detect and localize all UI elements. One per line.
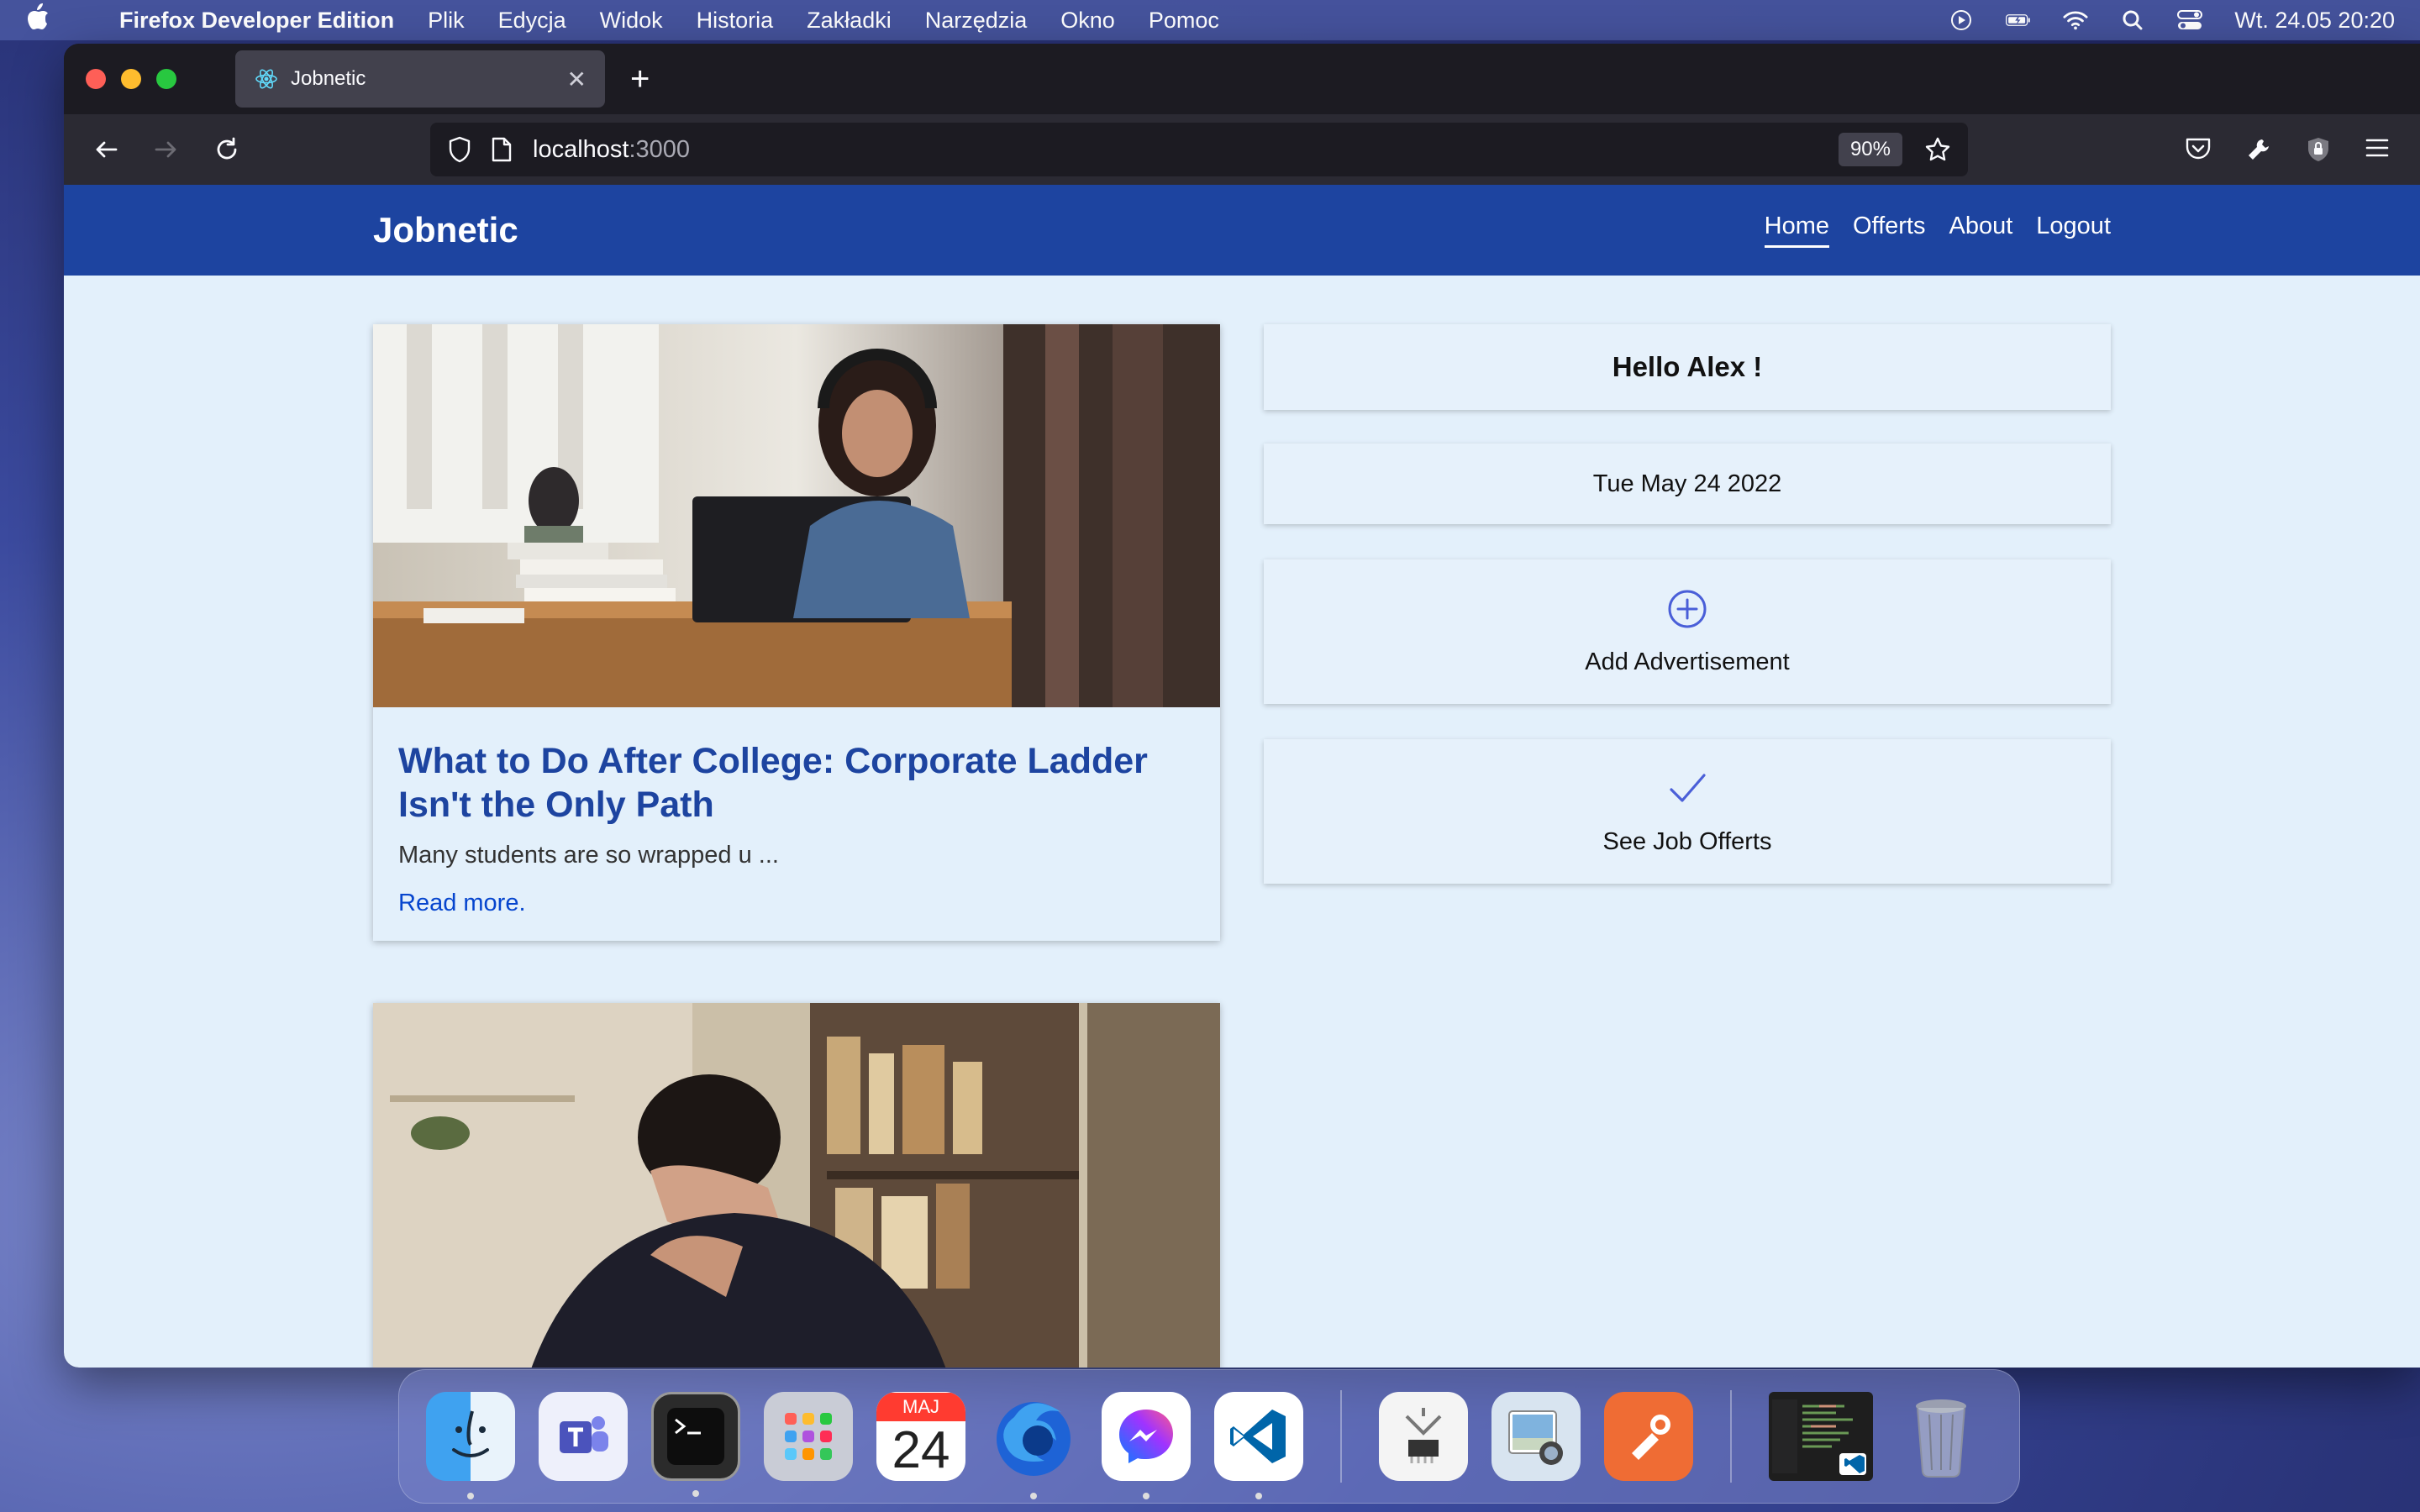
dock-finder[interactable] <box>426 1392 515 1499</box>
url-port: :3000 <box>629 135 691 163</box>
read-more-link[interactable]: Read more. <box>398 890 1195 917</box>
dock-system-information[interactable] <box>1379 1392 1468 1481</box>
dock-trash[interactable] <box>1897 1392 1986 1481</box>
dock-teams[interactable] <box>539 1392 628 1481</box>
zoom-window-button[interactable] <box>156 69 176 89</box>
menu-narzedzia[interactable]: Narzędzia <box>925 8 1028 34</box>
see-job-offers-label: See Job Offerts <box>1602 827 1772 855</box>
page-info-icon[interactable] <box>491 137 513 162</box>
nav-logout[interactable]: Logout <box>2036 213 2111 248</box>
forward-button[interactable] <box>141 124 192 175</box>
article-card: What to Do After College: Corporate Ladd… <box>373 324 1220 941</box>
add-advertisement-card[interactable]: Add Advertisement <box>1264 559 2111 704</box>
toolbar-right <box>2185 136 2390 163</box>
dock-separator <box>1340 1390 1342 1483</box>
article-image-student-laptop <box>373 324 1220 707</box>
app-name-menu[interactable]: Firefox Developer Edition <box>119 8 394 34</box>
nav-about[interactable]: About <box>1949 213 2013 248</box>
clock[interactable]: Wt. 24.05 20:20 <box>2234 8 2395 34</box>
article-title[interactable]: What to Do After College: Corporate Ladd… <box>398 739 1195 827</box>
close-tab-icon[interactable]: ✕ <box>567 66 587 93</box>
running-indicator <box>1143 1493 1150 1499</box>
dock-calendar[interactable]: MAJ 24 <box>876 1392 965 1481</box>
developer-tools-wrench-icon[interactable] <box>2245 136 2272 163</box>
tab-jobnetic[interactable]: Jobnetic ✕ <box>235 50 605 108</box>
dock-launchpad[interactable] <box>764 1392 853 1481</box>
greeting-text: Hello Alex ! <box>1612 351 1763 382</box>
calendar-day: 24 <box>892 1421 950 1479</box>
add-advertisement-label: Add Advertisement <box>1585 648 1790 675</box>
dock-postman[interactable] <box>1604 1392 1693 1481</box>
menu-pomoc[interactable]: Pomoc <box>1149 8 1219 34</box>
article-card <box>373 1003 1220 1368</box>
site-brand[interactable]: Jobnetic <box>373 210 518 250</box>
dock-preview[interactable] <box>1491 1392 1581 1481</box>
dock-vscode[interactable] <box>1214 1392 1303 1499</box>
reload-button[interactable] <box>202 124 252 175</box>
url-host: localhost <box>533 135 629 163</box>
back-button[interactable] <box>81 124 131 175</box>
spotlight-search-icon[interactable] <box>2120 8 2145 33</box>
browser-window: Jobnetic ✕ + localhost:3000 90% Jobneti… <box>64 44 2420 1368</box>
nav-home[interactable]: Home <box>1764 213 1829 248</box>
greeting-card: Hello Alex ! <box>1264 324 2111 410</box>
play-icon[interactable] <box>1949 8 1974 33</box>
control-center-icon[interactable] <box>2177 8 2203 33</box>
running-indicator <box>692 1490 699 1497</box>
running-indicator <box>467 1493 474 1499</box>
menu-bar: Firefox Developer Edition Plik Edycja Wi… <box>0 0 2420 40</box>
wifi-icon[interactable] <box>2063 8 2088 33</box>
tracking-protection-shield-icon[interactable] <box>447 136 472 163</box>
dock-vscode-window-thumbnail[interactable] <box>1769 1392 1873 1481</box>
dock-separator <box>1730 1390 1732 1483</box>
pocket-icon[interactable] <box>2185 136 2212 163</box>
dock: MAJ 24 <box>398 1369 2020 1504</box>
page-viewport: Jobnetic Home Offerts About Logout What … <box>64 185 2420 1368</box>
menu-okno[interactable]: Okno <box>1060 8 1115 34</box>
react-favicon-icon <box>254 66 279 92</box>
tab-title: Jobnetic <box>291 67 366 90</box>
apple-menu-icon[interactable] <box>25 3 69 39</box>
dock-firefox-developer-edition[interactable] <box>989 1392 1078 1499</box>
zoom-level-button[interactable]: 90% <box>1838 133 1902 166</box>
site-header: Jobnetic Home Offerts About Logout <box>64 185 2420 276</box>
menu-widok[interactable]: Widok <box>600 8 663 34</box>
close-window-button[interactable] <box>86 69 106 89</box>
current-date: Tue May 24 2022 <box>1592 470 1782 497</box>
extension-shield-icon[interactable] <box>2306 136 2331 163</box>
tab-bar: Jobnetic ✕ + <box>64 44 2420 114</box>
battery-icon[interactable] <box>2006 8 2031 33</box>
plus-circle-icon <box>1666 588 1708 637</box>
calendar-month: MAJ <box>876 1393 965 1421</box>
date-card: Tue May 24 2022 <box>1264 444 2111 524</box>
article-excerpt: Many students are so wrapped u ... <box>398 842 779 869</box>
article-body: What to Do After College: Corporate Ladd… <box>373 707 1220 949</box>
minimize-window-button[interactable] <box>121 69 141 89</box>
see-job-offers-card[interactable]: See Job Offerts <box>1264 739 2111 884</box>
article-image-stressed-student <box>373 1003 1220 1368</box>
navigation-toolbar: localhost:3000 90% <box>64 114 2420 185</box>
menu-zakladki[interactable]: Zakładki <box>807 8 892 34</box>
menu-plik[interactable]: Plik <box>428 8 465 34</box>
running-indicator <box>1030 1493 1037 1499</box>
window-controls <box>86 69 176 89</box>
checkmark-icon <box>1666 768 1708 816</box>
dock-terminal[interactable] <box>651 1392 740 1497</box>
menu-edycja[interactable]: Edycja <box>498 8 566 34</box>
site-nav: Home Offerts About Logout <box>1764 213 2111 248</box>
url-bar[interactable]: localhost:3000 90% <box>430 123 1968 176</box>
bookmark-star-icon[interactable] <box>1924 136 1951 163</box>
hamburger-menu-icon[interactable] <box>2365 136 2390 163</box>
nav-offerts[interactable]: Offerts <box>1853 213 1926 248</box>
dock-messenger[interactable] <box>1102 1392 1191 1499</box>
running-indicator <box>1255 1493 1262 1499</box>
menu-historia[interactable]: Historia <box>697 8 774 34</box>
new-tab-button[interactable]: + <box>630 60 650 98</box>
